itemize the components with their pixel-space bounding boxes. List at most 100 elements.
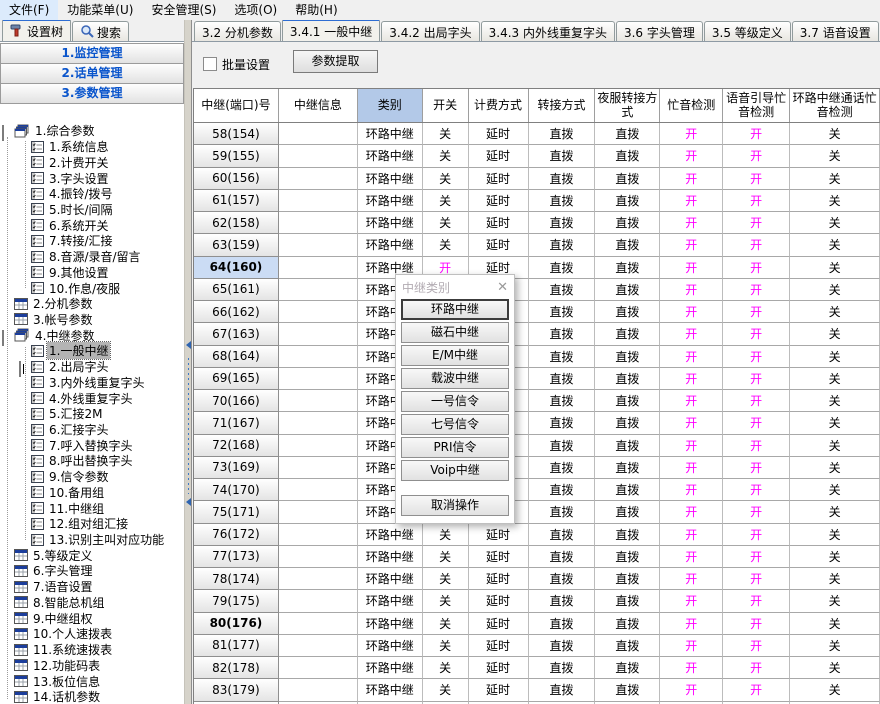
table-cell[interactable]: 延时 [469, 123, 529, 145]
table-cell[interactable]: 开 [660, 323, 723, 345]
table-cell[interactable]: 环路中继 [358, 635, 423, 657]
table-cell[interactable]: 直拨 [529, 679, 596, 701]
table-cell[interactable] [279, 123, 358, 145]
table-cell[interactable] [279, 479, 358, 501]
tree-item[interactable]: 8.音源/录音/留言 [0, 249, 184, 265]
table-cell[interactable]: 直拨 [529, 212, 596, 234]
table-cell[interactable] [279, 257, 358, 279]
close-icon[interactable]: ✕ [497, 281, 508, 294]
table-cell[interactable]: 环路中继 [358, 123, 423, 145]
table-cell[interactable]: 开 [723, 590, 790, 612]
table-cell[interactable]: 开 [660, 145, 723, 167]
table-cell[interactable]: 延时 [469, 234, 529, 256]
plus-expand-box[interactable] [19, 362, 28, 371]
column-header[interactable]: 忙音检测 [660, 89, 723, 122]
table-cell[interactable] [279, 390, 358, 412]
table-cell[interactable]: 直拨 [529, 524, 596, 546]
table-cell[interactable]: 开 [723, 657, 790, 679]
row-header-cell[interactable]: 69(165) [194, 368, 279, 390]
table-cell[interactable]: 环路中继 [358, 145, 423, 167]
column-header[interactable]: 环路中继通话忙音检测 [790, 89, 880, 122]
table-cell[interactable]: 直拨 [595, 457, 660, 479]
table-cell[interactable] [279, 679, 358, 701]
table-cell[interactable]: 直拨 [595, 479, 660, 501]
row-header-cell[interactable]: 60(156) [194, 168, 279, 190]
table-cell[interactable]: 直拨 [595, 501, 660, 523]
trunk-type-option-button[interactable]: 载波中继 [401, 368, 509, 389]
table-cell[interactable] [279, 457, 358, 479]
table-cell[interactable]: 开 [660, 390, 723, 412]
menu-item[interactable]: 功能菜单(U) [58, 0, 142, 20]
table-cell[interactable]: 环路中继 [358, 568, 423, 590]
menu-item[interactable]: 文件(F) [0, 0, 58, 20]
table-cell[interactable]: 直拨 [529, 123, 596, 145]
table-cell[interactable]: 直拨 [595, 635, 660, 657]
column-header[interactable]: 类别 [358, 89, 423, 122]
menu-item[interactable]: 安全管理(S) [142, 0, 225, 20]
table-cell[interactable]: 环路中继 [358, 679, 423, 701]
table-cell[interactable]: 直拨 [529, 568, 596, 590]
tree-item[interactable]: 8.智能总机组 [0, 595, 184, 611]
table-cell[interactable]: 直拨 [529, 368, 596, 390]
table-cell[interactable]: 开 [723, 390, 790, 412]
table-cell[interactable]: 关 [790, 257, 880, 279]
table-cell[interactable]: 关 [423, 168, 469, 190]
splitter-collapse-arrow-icon[interactable] [186, 341, 191, 349]
trunk-type-option-button[interactable]: 环路中继 [401, 299, 509, 320]
table-cell[interactable]: 关 [790, 145, 880, 167]
table-cell[interactable]: 环路中继 [358, 234, 423, 256]
table-cell[interactable] [279, 501, 358, 523]
tree-item[interactable]: 7.语音设置 [0, 579, 184, 595]
tree-item[interactable]: 2.出局字头 [0, 359, 184, 375]
table-cell[interactable]: 开 [660, 524, 723, 546]
nav-button[interactable]: 1.监控管理 [0, 43, 184, 64]
table-cell[interactable]: 延时 [469, 613, 529, 635]
table-cell[interactable]: 关 [790, 657, 880, 679]
table-cell[interactable]: 关 [790, 524, 880, 546]
tree-item[interactable]: 7.转接/汇接 [0, 233, 184, 249]
table-cell[interactable]: 开 [660, 190, 723, 212]
tree-item[interactable]: 5.汇接2M [0, 406, 184, 422]
table-cell[interactable]: 开 [723, 613, 790, 635]
column-header[interactable]: 开关 [423, 89, 469, 122]
trunk-type-option-button[interactable]: 磁石中继 [401, 322, 509, 343]
column-header[interactable]: 语音引导忙音检测 [723, 89, 790, 122]
main-tab[interactable]: 3.6 字头管理 [616, 21, 703, 42]
tree-item[interactable]: 12.组对组汇接 [0, 516, 184, 532]
table-cell[interactable]: 开 [660, 212, 723, 234]
table-cell[interactable]: 关 [790, 412, 880, 434]
table-cell[interactable] [279, 546, 358, 568]
row-header-cell[interactable]: 67(163) [194, 323, 279, 345]
tree-item[interactable]: 6.汇接字头 [0, 422, 184, 438]
row-header-cell[interactable]: 72(168) [194, 435, 279, 457]
table-cell[interactable]: 开 [660, 123, 723, 145]
table-cell[interactable]: 直拨 [529, 613, 596, 635]
tree-item[interactable]: 2.分机参数 [0, 296, 184, 312]
table-cell[interactable]: 关 [423, 546, 469, 568]
table-cell[interactable]: 环路中继 [358, 590, 423, 612]
table-cell[interactable]: 开 [660, 679, 723, 701]
table-cell[interactable]: 开 [660, 635, 723, 657]
row-header-cell[interactable]: 73(169) [194, 457, 279, 479]
table-cell[interactable]: 延时 [469, 524, 529, 546]
tree-item[interactable]: 3.帐号参数 [0, 312, 184, 328]
trunk-type-option-button[interactable]: Voip中继 [401, 460, 509, 481]
trunk-type-option-button[interactable]: E/M中继 [401, 345, 509, 366]
table-cell[interactable]: 开 [660, 457, 723, 479]
table-cell[interactable] [279, 635, 358, 657]
table-cell[interactable]: 关 [790, 212, 880, 234]
row-header-cell[interactable]: 61(157) [194, 190, 279, 212]
table-cell[interactable] [279, 234, 358, 256]
table-cell[interactable] [279, 323, 358, 345]
table-cell[interactable]: 延时 [469, 145, 529, 167]
table-cell[interactable]: 直拨 [529, 257, 596, 279]
row-header-cell[interactable]: 63(159) [194, 234, 279, 256]
table-cell[interactable]: 开 [660, 435, 723, 457]
table-cell[interactable]: 开 [723, 501, 790, 523]
table-cell[interactable] [279, 168, 358, 190]
table-cell[interactable]: 开 [723, 457, 790, 479]
table-cell[interactable]: 开 [723, 212, 790, 234]
tree-item[interactable]: 4.外线重复字头 [0, 390, 184, 406]
table-cell[interactable]: 开 [660, 257, 723, 279]
extract-params-button[interactable]: 参数提取 [293, 50, 378, 73]
